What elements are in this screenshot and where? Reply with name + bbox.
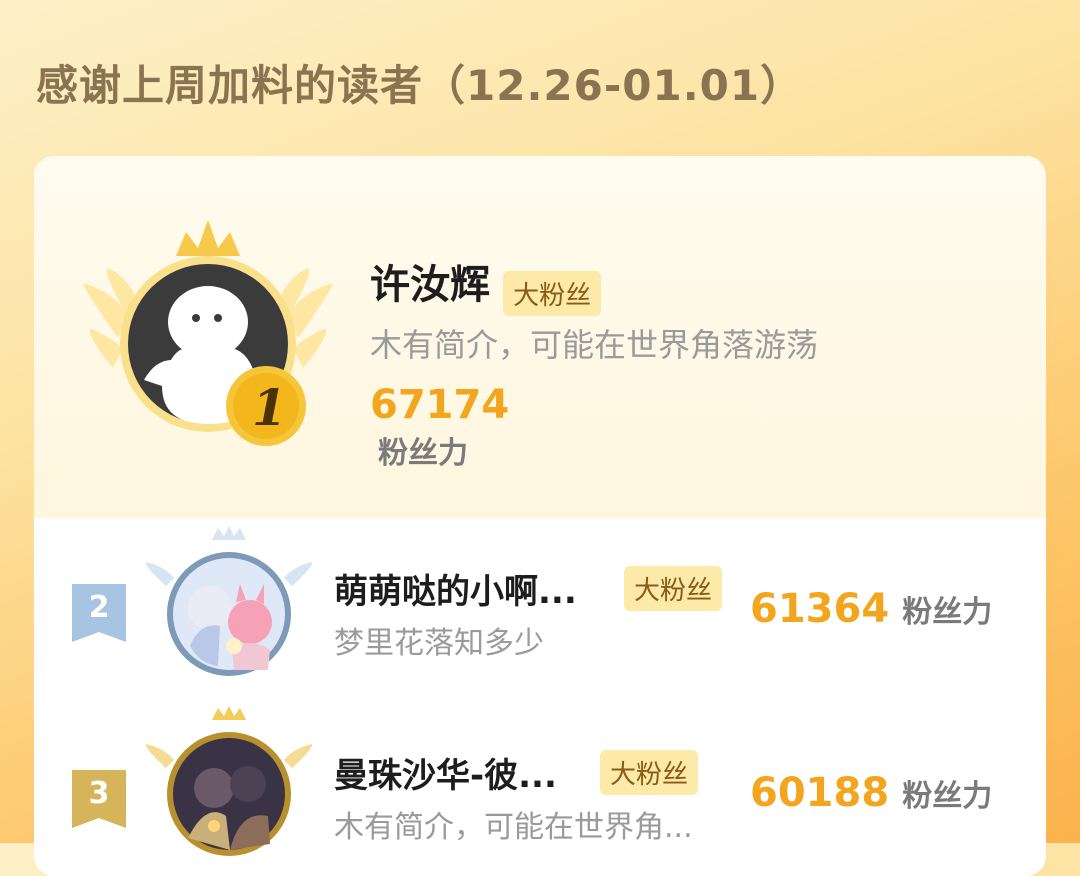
fan-score-line-2: 61364 粉丝力 [750,586,992,632]
score-unit-label-3: 粉丝力 [902,779,993,814]
fan-score-line-3: 60188 粉丝力 [750,770,992,816]
top-fan-rank-number: 1 [252,378,287,437]
fan-ranking-card: 1 许汝辉 大粉丝 木有简介，可能在世界角落游荡 67174 粉丝力 2 萌萌哒… [34,156,1046,876]
fan-score-3: 60188 [750,770,890,816]
fan-row-2[interactable]: 2 萌萌哒的小啊... 大粉丝 梦里花落知多少 61364 粉丝力 [34,518,1046,708]
rank-number-3: 3 [88,776,110,811]
top-fan-bio: 木有简介，可能在世界角落游荡 [370,326,819,364]
rank-ribbon-2: 2 [72,584,126,646]
fan-level-badge-3: 大粉丝 [600,750,699,795]
fan-avatar-2[interactable] [144,526,314,686]
page-title: 感谢上周加料的读者（12.26-01.01） [36,61,804,110]
rank-ribbon-3: 3 [72,770,126,832]
score-unit-label: 粉丝力 [378,436,468,471]
fan-avatar-3[interactable] [144,698,314,876]
fan-avatar-2-svg [145,526,313,676]
top-fan-name[interactable]: 许汝辉 [370,262,490,308]
fan-list: 2 萌萌哒的小啊... 大粉丝 梦里花落知多少 61364 粉丝力 3 曼珠沙华… [34,518,1046,876]
fan-row-3[interactable]: 3 曼珠沙华-彼... 大粉丝 木有简介，可能在世界角... 60188 粉丝力 [34,706,1046,876]
top-fan-score-line: 67174 粉丝力 [370,382,601,472]
fan-level-badge: 大粉丝 [503,271,602,316]
fan-name-3[interactable]: 曼珠沙华-彼... [334,748,557,797]
rank-number-2: 2 [88,590,110,625]
crown-icon [212,526,246,540]
top-fan-section[interactable]: 1 许汝辉 大粉丝 木有简介，可能在世界角落游荡 67174 粉丝力 [34,156,1046,518]
fan-score-2: 61364 [750,586,890,632]
fan-bio-2: 梦里花落知多少 [334,626,544,661]
fan-avatar-3-svg [145,706,313,856]
fan-name-2[interactable]: 萌萌哒的小啊... [334,564,577,613]
fan-level-badge-2: 大粉丝 [624,566,723,611]
top-fan-avatar-group[interactable]: 1 [78,218,338,458]
top-fan-info: 许汝辉 大粉丝 木有简介，可能在世界角落游荡 67174 粉丝力 [370,252,818,471]
fan-bio-3: 木有简介，可能在世界角... [334,810,693,845]
top-fan-avatar-svg [83,220,333,446]
crown-icon [176,220,240,256]
score-unit-label-2: 粉丝力 [902,595,993,630]
crown-icon [212,706,246,720]
top-fan-score: 67174 [370,382,510,428]
